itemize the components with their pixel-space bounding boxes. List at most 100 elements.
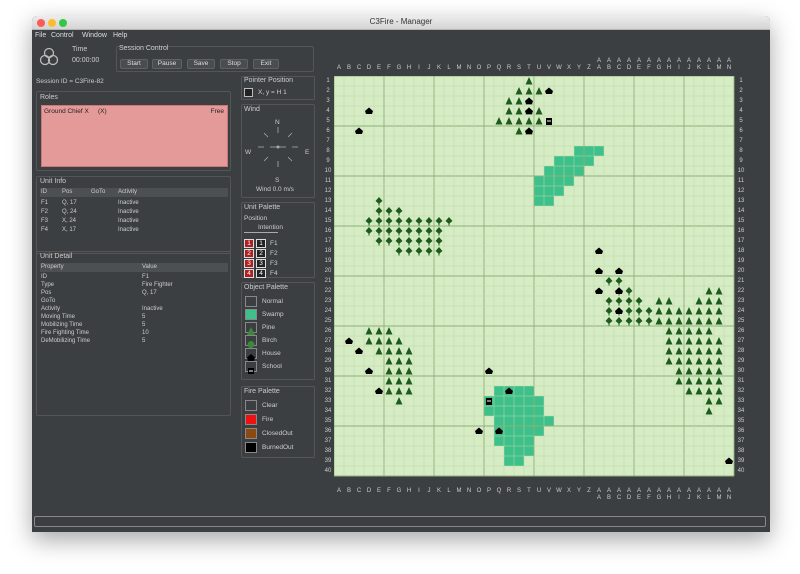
table-row[interactable]: F3 X, 24 Inactive (37, 217, 227, 226)
row-label-right: 37 (737, 438, 745, 444)
column-label: A (626, 58, 631, 64)
column-label: A (686, 58, 691, 64)
property-name: Fire Fighting Time (41, 330, 90, 336)
table-row[interactable]: Moving Time 5 (37, 314, 227, 322)
roles-panel: Roles Ground Chief X (X) Free (36, 91, 231, 171)
terrain-map[interactable] (333, 67, 750, 490)
unit-label: F3 (270, 260, 278, 267)
menu-file[interactable]: File (35, 32, 46, 39)
column-label-bottom: X (566, 488, 571, 494)
column-label-bottom: A (676, 488, 681, 494)
table-cell: F1 (41, 200, 49, 206)
row-label: 18 (324, 248, 332, 254)
row-label-right: 21 (737, 278, 745, 284)
unit-palette-panel: Unit Palette Position Intention 1 1 F1 2 2 F2… (241, 202, 315, 278)
unit-position-marker[interactable]: 4 (244, 269, 254, 278)
wind-speed: Wind 0.0 m/s (256, 186, 294, 193)
property-value: Q, 17 (142, 290, 157, 296)
property-value: Inactive (142, 306, 163, 312)
row-label: 37 (324, 438, 332, 444)
wind-east: E (305, 149, 310, 156)
property-name: GoTo (41, 298, 56, 304)
table-row[interactable]: DeMobilizing Time 5 (37, 338, 227, 346)
table-row[interactable]: GoTo (37, 298, 227, 306)
property-name: ID (41, 274, 47, 280)
fire-label: Clear (262, 402, 278, 409)
column-label-bottom: A (336, 488, 341, 494)
col-goto: GoTo (91, 189, 106, 195)
table-row[interactable]: F4 X, 17 Inactive (37, 226, 227, 235)
time-label: Time (72, 46, 88, 53)
column-label: A (676, 58, 681, 64)
map-area (333, 67, 750, 490)
column-label: D (366, 65, 372, 71)
row-label: 27 (324, 338, 332, 344)
wind-compass-icon (258, 127, 298, 167)
object-palette-title: Object Palette (244, 284, 288, 291)
unit-position-marker[interactable]: 2 (244, 249, 254, 258)
unit-palette-intention: Intention (258, 224, 283, 231)
pine-icon[interactable] (245, 322, 257, 335)
unit-info-title: Unit Info (40, 178, 67, 185)
column-label-bottom: Z (587, 488, 591, 494)
table-row[interactable]: Activity Inactive (37, 306, 227, 314)
table-row[interactable]: Mobilizing Time 5 (37, 322, 227, 330)
table-row[interactable]: F1 Q, 17 Inactive (37, 199, 227, 208)
table-cell: Inactive (118, 227, 139, 233)
normal-icon[interactable] (245, 296, 257, 307)
column-label: M (456, 65, 462, 71)
fire-swatch-0[interactable] (245, 400, 257, 411)
save-button[interactable]: Save (187, 59, 215, 69)
row-label-right: 13 (737, 198, 745, 204)
column-label-bottom: A (666, 488, 671, 494)
swamp-cell (534, 186, 564, 196)
house-icon[interactable] (245, 348, 257, 361)
unit-detail-panel: Unit Detail Property Value ID F1 Type Fire … (36, 251, 231, 416)
stop-button[interactable]: Stop (220, 59, 248, 69)
table-row[interactable]: F2 Q, 24 Inactive (37, 208, 227, 217)
column-label: A (336, 65, 341, 71)
column-label: A (606, 58, 611, 64)
unit-intention-marker[interactable]: 1 (256, 239, 266, 248)
menu-window[interactable]: Window (82, 32, 107, 39)
role-row[interactable]: Ground Chief X (X) Free (41, 105, 228, 167)
fire-swatch-2[interactable] (245, 428, 257, 439)
row-label-right: 14 (737, 208, 745, 214)
pointer-position-value: X, y = H 1 (258, 89, 287, 96)
column-label-bottom: O (476, 488, 482, 494)
column-label-bottom: A (696, 488, 701, 494)
exit-button[interactable]: Exit (253, 59, 279, 69)
birch-icon[interactable] (245, 335, 257, 348)
table-row[interactable]: ID F1 (37, 274, 227, 282)
column-label: N (726, 65, 732, 71)
pause-button[interactable]: Pause (152, 59, 182, 69)
unit-position-marker[interactable]: 1 (244, 239, 254, 248)
column-label: B (346, 65, 351, 71)
row-label-right: 3 (739, 98, 743, 104)
table-cell: X, 24 (62, 218, 77, 224)
property-value: 5 (142, 322, 146, 328)
unit-position-marker[interactable]: 3 (244, 259, 254, 268)
property-value: 5 (142, 338, 146, 344)
menu-help[interactable]: Help (113, 32, 127, 39)
column-label: A (656, 58, 661, 64)
start-button[interactable]: Start (120, 59, 148, 69)
table-row[interactable]: Pos Q, 17 (37, 290, 227, 298)
table-row[interactable]: Fire Fighting Time 10 (37, 330, 227, 338)
column-label-bottom: I (418, 488, 420, 494)
school-icon[interactable] (245, 361, 257, 374)
column-label: O (476, 65, 482, 71)
table-row[interactable]: Type Fire Fighter (37, 282, 227, 290)
column-label-bottom: A (726, 488, 731, 494)
fire-swatch-3[interactable] (245, 442, 257, 453)
fire-swatch-1[interactable] (245, 414, 257, 425)
role-name: Ground Chief X (44, 108, 89, 115)
unit-intention-marker[interactable]: 4 (256, 269, 266, 278)
column-label: A (726, 58, 731, 64)
swamp-icon[interactable] (245, 309, 257, 320)
menu-control[interactable]: Control (51, 32, 74, 39)
unit-intention-marker[interactable]: 2 (256, 249, 266, 258)
school-icon (486, 398, 492, 405)
unit-intention-marker[interactable]: 3 (256, 259, 266, 268)
row-label-right: 19 (737, 258, 745, 264)
